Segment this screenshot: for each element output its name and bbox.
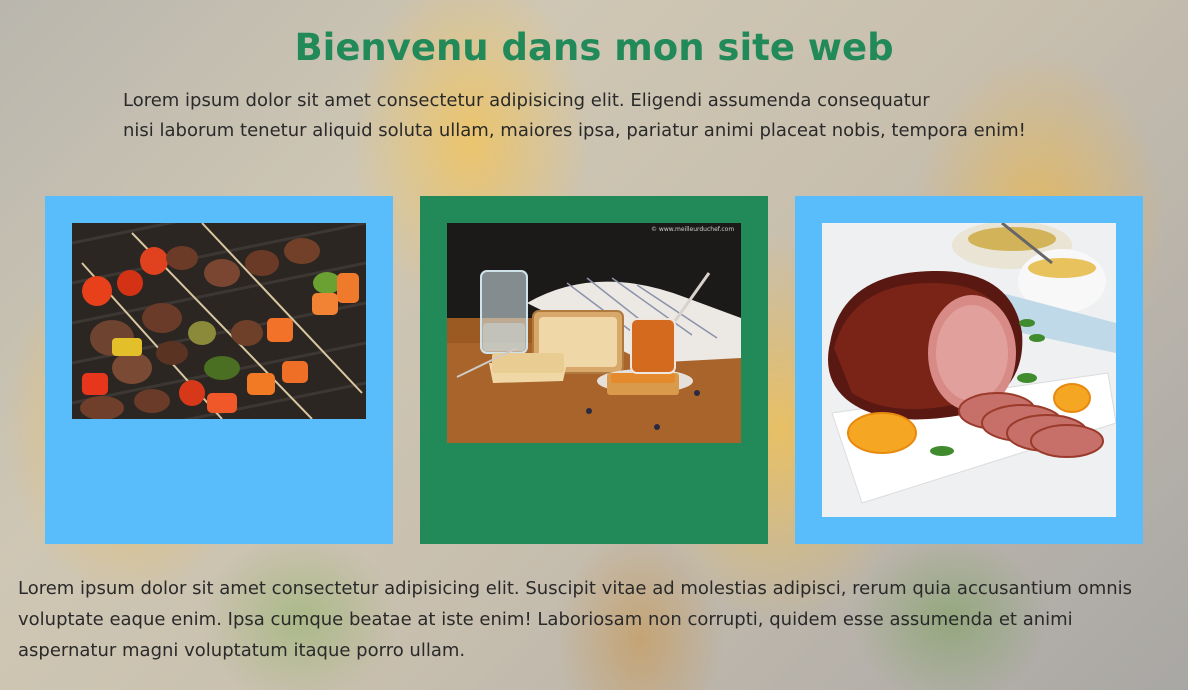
- food-card-jambon: [795, 196, 1143, 544]
- intro-line-1: Lorem ipsum dolor sit amet consectetur a…: [123, 90, 930, 111]
- intro-paragraph: Lorem ipsum dolor sit amet consectetur a…: [123, 86, 1083, 146]
- food-card-pain: © www.meilleurduchef.com: [420, 196, 768, 544]
- footer-paragraph: Lorem ipsum dolor sit amet consectetur a…: [18, 578, 1133, 661]
- intro-line-2: nisi laborum tenetur aliquid soluta ulla…: [123, 120, 1026, 141]
- page-title: Bienvenu dans mon site web: [294, 26, 894, 69]
- photo-watermark: © www.meilleurduchef.com: [651, 226, 734, 233]
- food-card-brochettes: [45, 196, 393, 544]
- jambon-roti-photo: [822, 223, 1116, 517]
- brochettes-grill-photo: [72, 223, 366, 419]
- pain-confiture-photo: © www.meilleurduchef.com: [447, 223, 741, 443]
